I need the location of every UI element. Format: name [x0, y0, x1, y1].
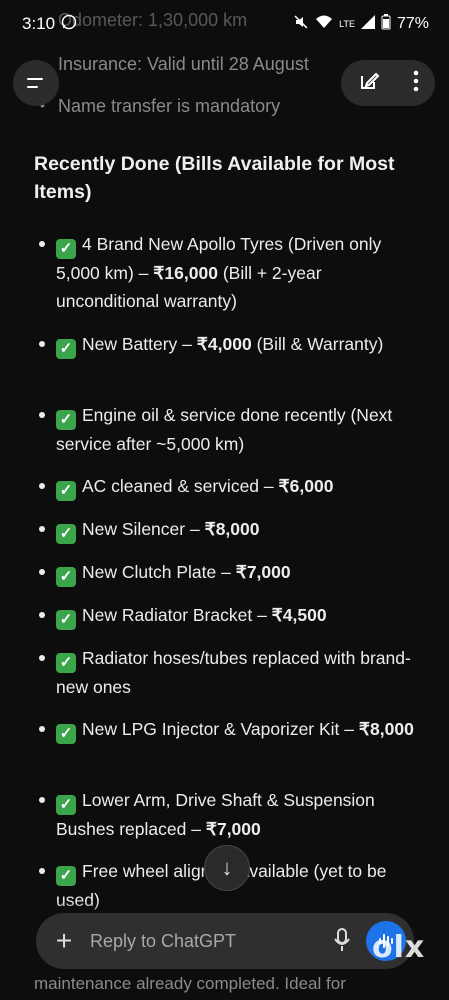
bullet	[39, 483, 45, 489]
lte-icon: LTE	[339, 19, 355, 29]
reply-input[interactable]	[88, 929, 322, 953]
more-vertical-icon	[413, 70, 418, 91]
check-mark-icon: ✓	[56, 524, 76, 544]
list-item-text: ✓ 4 Brand New Apollo Tyres (Driven only 5…	[56, 230, 426, 315]
item-price: ₹16,000	[153, 263, 218, 283]
signal-icon	[360, 14, 375, 34]
check-mark-icon: ✓	[56, 239, 76, 259]
status-bar: 3:10 LTE 77%	[0, 0, 449, 48]
status-time: 3:10	[22, 14, 56, 33]
list-item-text: ✓ New LPG Injector & Vaporizer Kit – ₹8,0…	[56, 715, 426, 744]
olx-watermark: olx	[372, 930, 425, 965]
menu-button[interactable]	[13, 60, 59, 106]
check-mark-icon: ✓	[56, 610, 76, 630]
header-actions	[341, 60, 435, 106]
arrow-down-icon: ↓	[221, 855, 233, 880]
insurance-line: Insurance: Valid until 28 August	[58, 54, 309, 74]
bullet	[39, 655, 45, 661]
more-options-button[interactable]	[413, 70, 419, 97]
item-description: New LPG Injector & Vaporizer Kit –	[82, 719, 359, 739]
footer-text: maintenance already completed. Ideal for	[34, 974, 346, 993]
list-item-text: ✓ New Battery – ₹4,000 (Bill & Warranty)	[56, 330, 426, 359]
item-price: ₹8,000	[204, 519, 260, 539]
bullet	[39, 797, 45, 803]
item-description: Radiator hoses/tubes replaced with brand…	[56, 648, 411, 697]
mute-icon	[293, 14, 309, 35]
battery-level: 77%	[396, 15, 429, 32]
item-description: New Silencer –	[82, 519, 205, 539]
check-mark-icon: ✓	[56, 481, 76, 501]
item-note: (Bill & Warranty)	[251, 334, 384, 354]
composer: +	[36, 913, 414, 969]
section-heading: Recently Done (Bills Available for Most …	[34, 153, 395, 203]
new-chat-button[interactable]	[358, 70, 380, 97]
battery-icon	[381, 13, 391, 35]
bullet	[39, 868, 45, 874]
list-item-text: ✓ New Silencer – ₹8,000	[56, 515, 426, 544]
bullet	[39, 569, 45, 575]
list-item-text: ✓ Radiator hoses/tubes replaced with bran…	[56, 644, 426, 701]
item-price: ₹7,000	[205, 819, 261, 839]
whatsapp-icon	[61, 14, 77, 35]
item-description: Engine oil & service done recently (Next…	[56, 405, 393, 454]
bullet	[39, 341, 45, 347]
check-mark-icon: ✓	[56, 795, 76, 815]
check-mark-icon: ✓	[56, 410, 76, 430]
item-description: Free wheel alig	[82, 861, 201, 881]
edit-icon	[360, 72, 379, 89]
bullet	[39, 526, 45, 532]
add-attachment-button[interactable]: +	[50, 927, 78, 955]
microphone-icon	[334, 928, 350, 951]
microphone-button[interactable]	[334, 927, 350, 958]
list-item-text: ✓ AC cleaned & serviced – ₹6,000	[56, 472, 426, 501]
item-price: ₹6,000	[278, 476, 334, 496]
bullet	[39, 726, 45, 732]
bullet	[39, 241, 45, 247]
item-price: ₹4,000	[196, 334, 252, 354]
item-description: AC cleaned & serviced –	[82, 476, 279, 496]
check-mark-icon: ✓	[56, 653, 76, 673]
bullet	[39, 612, 45, 618]
item-price: ₹4,500	[271, 605, 327, 625]
check-mark-icon: ✓	[56, 724, 76, 744]
item-description: New Radiator Bracket –	[82, 605, 272, 625]
check-mark-icon: ✓	[56, 866, 76, 886]
scroll-down-button[interactable]: ↓	[204, 845, 250, 891]
check-mark-icon: ✓	[56, 339, 76, 359]
item-price: ₹8,000	[358, 719, 414, 739]
item-description: New Battery –	[82, 334, 197, 354]
menu-icon	[27, 78, 43, 88]
check-mark-icon: ✓	[56, 567, 76, 587]
bullet	[39, 412, 45, 418]
list-item-text: ✓ Lower Arm, Drive Shaft & Suspension Bus…	[56, 786, 426, 843]
item-description: New Clutch Plate –	[82, 562, 236, 582]
item-price: ₹7,000	[235, 562, 291, 582]
name-transfer-line: Name transfer is mandatory	[58, 96, 281, 116]
list-item-text: ✓ Engine oil & service done recently (Nex…	[56, 401, 426, 458]
olx-logo: olx	[372, 930, 426, 965]
list-item-text: ✓ New Radiator Bracket – ₹4,500	[56, 601, 426, 630]
wifi-icon	[315, 14, 333, 35]
list-item-text: ✓ New Clutch Plate – ₹7,000	[56, 558, 426, 587]
